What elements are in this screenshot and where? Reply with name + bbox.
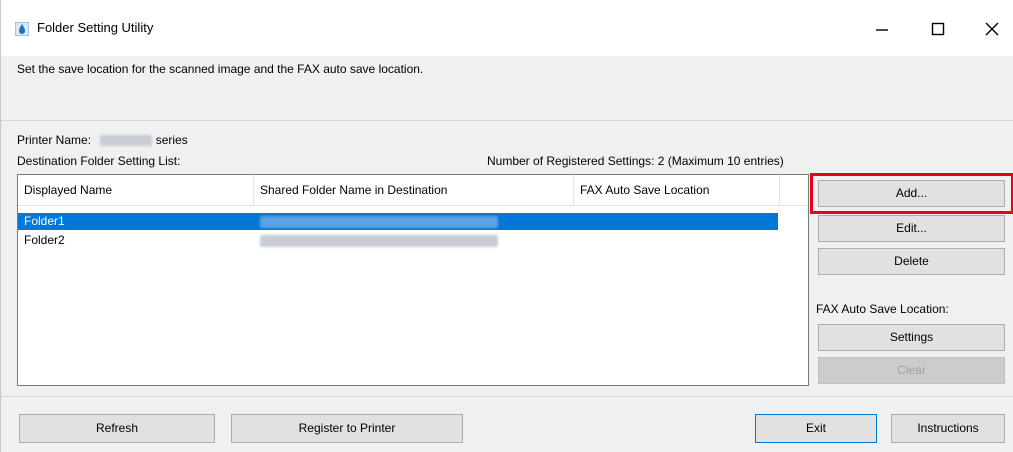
- printer-name-row: Printer Name: series: [17, 133, 188, 147]
- redacted-shared-folder: [260, 215, 498, 228]
- printer-name-label: Printer Name:: [17, 133, 92, 147]
- add-button[interactable]: Add...: [818, 180, 1005, 207]
- window-title: Folder Setting Utility: [37, 20, 154, 35]
- destination-folder-list[interactable]: Displayed Name Shared Folder Name in Des…: [17, 174, 809, 386]
- footer-divider: [1, 396, 1013, 397]
- close-icon: [985, 22, 999, 36]
- list-header: Displayed Name Shared Folder Name in Des…: [18, 175, 808, 206]
- instructions-button[interactable]: Instructions: [891, 414, 1005, 443]
- column-header-fax-location[interactable]: FAX Auto Save Location: [574, 175, 780, 205]
- close-button[interactable]: [969, 14, 1013, 44]
- app-icon: [15, 22, 29, 36]
- list-item-name: Folder1: [24, 214, 65, 228]
- fax-clear-button[interactable]: Clear: [818, 357, 1005, 384]
- list-item-shared-folder: [254, 213, 498, 230]
- list-item[interactable]: Folder2: [18, 232, 778, 249]
- register-to-printer-button[interactable]: Register to Printer: [231, 414, 463, 443]
- description-text: Set the save location for the scanned im…: [17, 62, 424, 76]
- redacted-shared-folder: [260, 234, 498, 247]
- maximize-icon: [931, 22, 945, 36]
- list-item-shared-folder: [254, 232, 498, 249]
- refresh-button[interactable]: Refresh: [19, 414, 215, 443]
- column-header-displayed-name[interactable]: Displayed Name: [18, 175, 254, 205]
- title-bar: Folder Setting Utility: [1, 0, 1013, 56]
- list-item-fax: [574, 232, 580, 249]
- column-header-shared-folder[interactable]: Shared Folder Name in Destination: [254, 175, 574, 205]
- redacted-printer-model: [100, 135, 153, 147]
- destination-list-label: Destination Folder Setting List:: [17, 154, 181, 168]
- description-panel: Set the save location for the scanned im…: [1, 56, 1013, 121]
- folder-setting-window: Folder Setting Utility Set the save loca…: [0, 0, 1013, 452]
- minimize-button[interactable]: [859, 14, 905, 44]
- exit-button[interactable]: Exit: [755, 414, 877, 443]
- printer-name-suffix: series: [155, 133, 188, 147]
- list-item[interactable]: Folder1: [18, 213, 778, 230]
- registered-count-label: Number of Registered Settings: 2 (Maximu…: [487, 154, 784, 168]
- minimize-icon: [876, 29, 888, 31]
- fax-auto-save-label: FAX Auto Save Location:: [816, 302, 949, 316]
- list-item-name: Folder2: [24, 233, 65, 247]
- maximize-button[interactable]: [915, 14, 961, 44]
- list-item-fax: [574, 213, 580, 230]
- fax-settings-button[interactable]: Settings: [818, 324, 1005, 351]
- delete-button[interactable]: Delete: [818, 248, 1005, 275]
- edit-button[interactable]: Edit...: [818, 215, 1005, 242]
